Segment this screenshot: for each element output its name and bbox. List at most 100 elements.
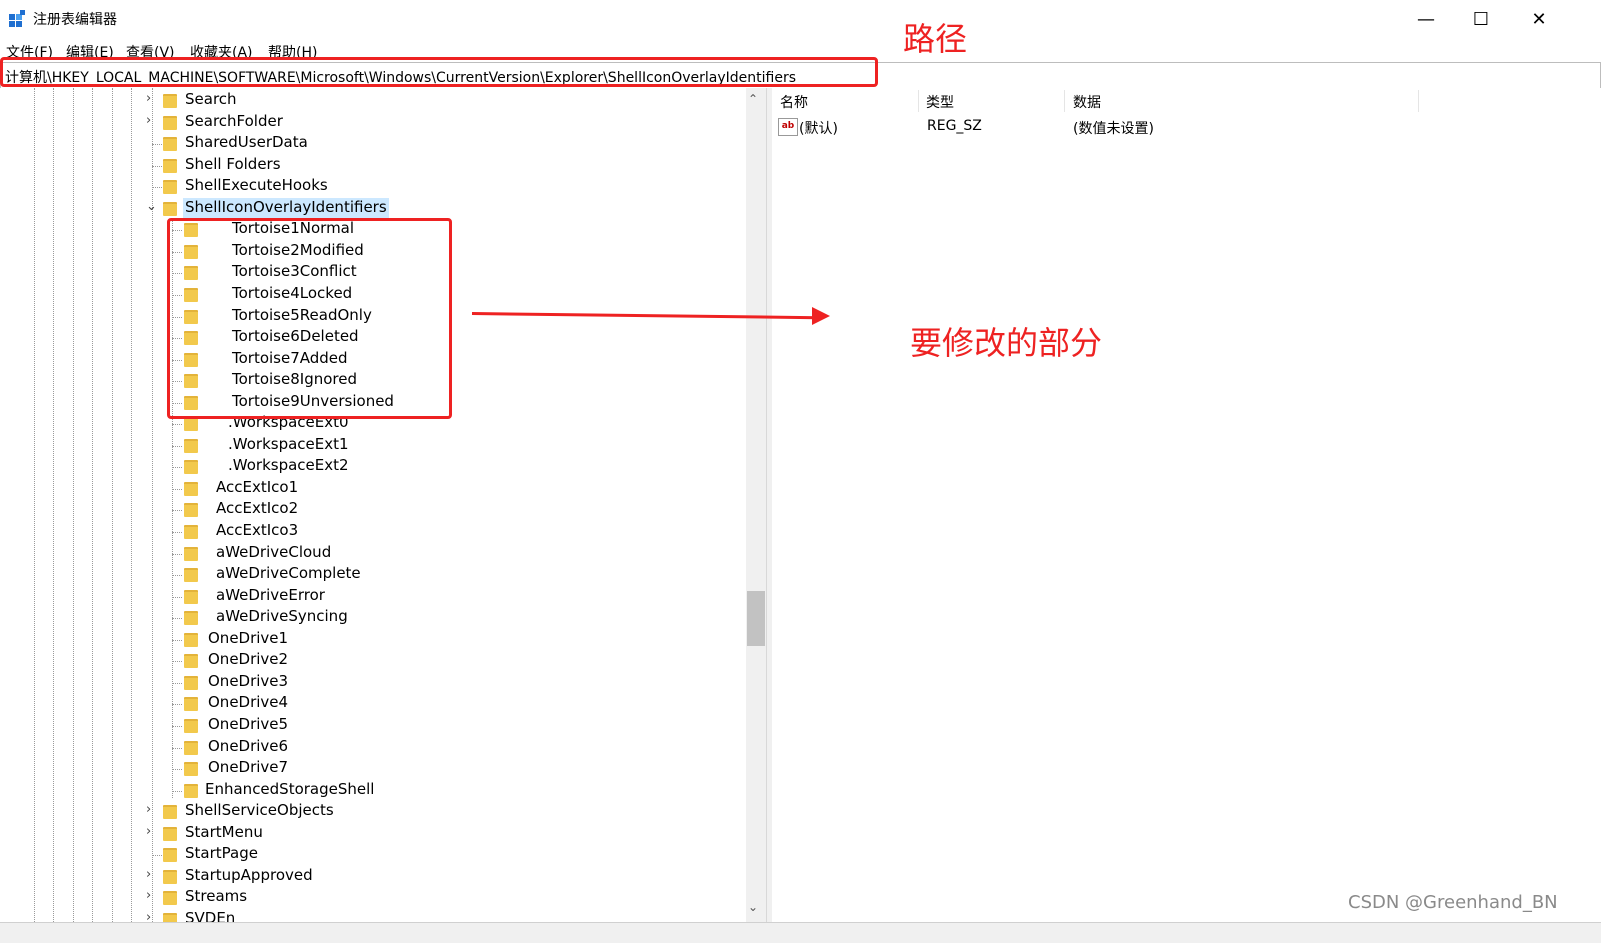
- window-title: 注册表编辑器: [33, 12, 117, 28]
- scroll-up-icon[interactable]: ⌃: [748, 92, 758, 106]
- tree-node[interactable]: aWeDriveError: [216, 586, 325, 608]
- tree-connector: [172, 769, 182, 771]
- folder-icon: [163, 158, 177, 173]
- arrow-right-icon: [812, 307, 830, 325]
- tree-scrollbar[interactable]: [746, 88, 766, 922]
- tree-node[interactable]: Streams: [185, 887, 247, 909]
- folder-icon: [184, 525, 198, 539]
- column-divider[interactable]: [1064, 90, 1065, 112]
- maximize-button[interactable]: ☐: [1452, 0, 1510, 38]
- folder-icon: [184, 589, 198, 604]
- value-name[interactable]: (默认): [799, 118, 838, 138]
- tree-node[interactable]: StartMenu: [185, 823, 263, 845]
- tree-guide: [34, 88, 35, 942]
- tree-connector: [172, 510, 182, 512]
- tree-node[interactable]: SharedUserData: [185, 133, 308, 155]
- folder-icon: [184, 783, 198, 798]
- scroll-down-icon[interactable]: ⌄: [748, 900, 758, 914]
- tree-connector: [172, 747, 182, 749]
- tree-connector: [172, 445, 182, 447]
- tree-node[interactable]: AccExtIco1: [216, 478, 298, 500]
- expand-icon[interactable]: ›: [146, 91, 151, 106]
- path-annotation: 路径: [903, 20, 968, 58]
- collapse-icon[interactable]: ⌄: [146, 199, 157, 214]
- tree-node[interactable]: Shell Folders: [185, 155, 281, 177]
- modify-annotation: 要修改的部分: [910, 324, 1103, 362]
- folder-icon: [184, 718, 198, 733]
- tree-node[interactable]: OneDrive3: [208, 672, 288, 694]
- expand-icon[interactable]: ›: [146, 113, 151, 128]
- folder-icon: [163, 805, 177, 820]
- tree-node[interactable]: AccExtIco3: [216, 521, 298, 543]
- regedit-app-icon: [9, 10, 25, 27]
- tree-node[interactable]: ShellServiceObjects: [185, 801, 334, 823]
- column-data[interactable]: 数据: [1073, 92, 1101, 112]
- tree-node[interactable]: StartupApproved: [185, 866, 313, 888]
- tree-node[interactable]: OneDrive6: [208, 737, 288, 759]
- tree-node[interactable]: OneDrive5: [208, 715, 288, 737]
- tree-guide: [92, 88, 93, 942]
- expand-icon[interactable]: ›: [146, 888, 151, 903]
- folder-icon: [184, 503, 198, 518]
- minimize-button[interactable]: —: [1397, 0, 1455, 38]
- tree-connector: [152, 187, 162, 189]
- folder-icon: [184, 460, 198, 475]
- tree-connector: [152, 165, 162, 167]
- tree-node[interactable]: SearchFolder: [185, 112, 283, 134]
- column-type[interactable]: 类型: [926, 92, 954, 112]
- tree-connector: [172, 596, 182, 598]
- close-button[interactable]: ✕: [1510, 0, 1568, 38]
- tree-node[interactable]: aWeDriveComplete: [216, 564, 361, 586]
- tree-connector: [172, 488, 182, 490]
- watermark: CSDN @Greenhand_BN: [1348, 892, 1558, 913]
- tree-node[interactable]: Search: [185, 90, 237, 112]
- tree-node[interactable]: aWeDriveCloud: [216, 543, 331, 565]
- value-data: (数值未设置): [1073, 121, 1154, 137]
- tree-connector: [172, 790, 182, 792]
- folder-icon: [163, 201, 177, 216]
- folder-icon: [163, 115, 177, 130]
- tree-connector: [172, 682, 182, 684]
- folder-icon: [163, 94, 177, 108]
- folder-icon: [184, 481, 198, 496]
- value-list[interactable]: 名称 类型 数据 ab (默认) REG_SZ (数值未设置): [772, 88, 1601, 922]
- tree-node[interactable]: EnhancedStorageShell: [205, 780, 374, 802]
- expand-icon[interactable]: ›: [146, 802, 151, 817]
- column-divider[interactable]: [1418, 90, 1419, 112]
- column-divider[interactable]: [918, 90, 919, 112]
- folder-icon: [163, 826, 177, 841]
- folder-icon: [163, 180, 177, 195]
- tree-connector: [172, 639, 182, 641]
- tree-connector: [152, 855, 162, 857]
- folder-icon: [163, 848, 177, 863]
- tree-node[interactable]: .WorkspaceExt1: [228, 435, 349, 457]
- tree-node[interactable]: OneDrive2: [208, 650, 288, 672]
- column-name[interactable]: 名称: [780, 92, 808, 112]
- tree-node[interactable]: AccExtIco2: [216, 499, 298, 521]
- tree-node[interactable]: StartPage: [185, 844, 258, 866]
- folder-icon: [163, 891, 177, 906]
- folder-icon: [163, 869, 177, 884]
- folder-icon: [184, 654, 198, 669]
- tree-node[interactable]: OneDrive1: [208, 629, 288, 651]
- key-tree[interactable]: › Search › SearchFolder SharedUserData Shell …: [0, 88, 766, 942]
- expand-icon[interactable]: ›: [146, 824, 151, 839]
- tree-node[interactable]: OneDrive7: [208, 758, 288, 780]
- tree-scroll-thumb[interactable]: [747, 591, 765, 646]
- folder-icon: [184, 675, 198, 690]
- tree-node[interactable]: ShellExecuteHooks: [185, 176, 328, 198]
- tree-connector: [172, 575, 182, 577]
- expand-icon[interactable]: ›: [146, 867, 151, 882]
- status-bar: [0, 922, 1601, 943]
- tree-connector: [172, 725, 182, 727]
- tree-node[interactable]: .WorkspaceExt2: [228, 456, 349, 478]
- tree-node[interactable]: ShellIconOverlayIdentifiers: [183, 197, 389, 220]
- folder-icon: [184, 632, 198, 647]
- tree-node[interactable]: aWeDriveSyncing: [216, 607, 348, 629]
- tortoise-highlight-box: [167, 218, 452, 419]
- tree-node[interactable]: OneDrive4: [208, 693, 288, 715]
- folder-icon: [184, 546, 198, 561]
- folder-icon: [163, 137, 177, 152]
- tree-connector: [172, 661, 182, 663]
- tree-connector: [172, 618, 182, 620]
